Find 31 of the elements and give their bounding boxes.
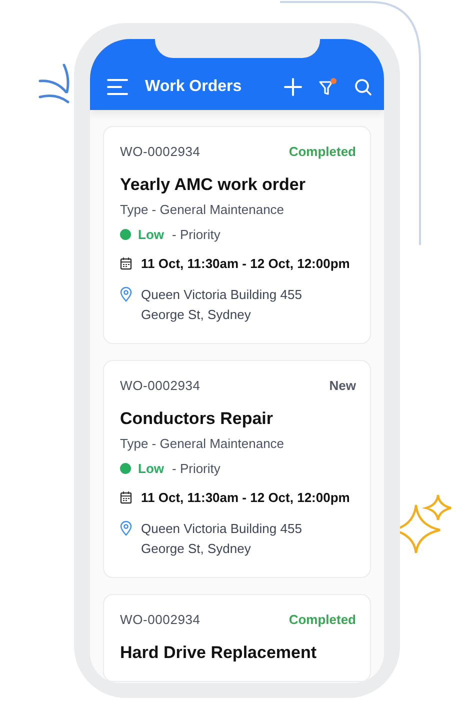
search-icon[interactable] (354, 78, 372, 96)
location-pin-icon (120, 521, 132, 536)
work-order-card[interactable]: WO-0002934 Completed Hard Drive Replacement (103, 594, 371, 682)
priority-level: Low (138, 461, 164, 476)
work-order-title: Hard Drive Replacement (120, 643, 318, 663)
calendar-icon (120, 257, 132, 270)
work-order-title: Conductors Repair (120, 409, 274, 429)
status-label: Completed (288, 612, 356, 627)
work-order-card[interactable]: WO-0002934 Completed Yearly AMC work order Type - General Maintenance Low - Priority 11 Oct, 11:30am - 12 Oct, 12:00pm Queen Victoria Building 455 George St, Sydney (103, 126, 371, 344)
work-order-type: Type - General Maintenance (120, 202, 286, 217)
work-order-number: WO-0002934 (120, 378, 200, 393)
status-label: Completed (288, 144, 356, 159)
menu-icon[interactable] (107, 78, 129, 96)
status-label: New (329, 378, 356, 393)
priority-level: Low (138, 227, 164, 242)
work-order-number: WO-0002934 (120, 144, 200, 159)
work-order-title: Yearly AMC work order (120, 175, 306, 195)
priority-label: - Priority (172, 227, 220, 242)
schedule-text: 11 Oct, 11:30am - 12 Oct, 12:00pm (141, 490, 350, 505)
priority-label: - Priority (172, 461, 220, 476)
work-order-card[interactable]: WO-0002934 New Conductors Repair Type - General Maintenance Low - Priority 11 Oct, 11:30am - 12 Oct, 12:00pm Queen Victoria Building 455 George St, Sydney (103, 360, 371, 578)
screen-title: Work Orders (145, 78, 242, 96)
add-icon[interactable] (284, 78, 302, 96)
schedule-text: 11 Oct, 11:30am - 12 Oct, 12:00pm (141, 256, 350, 271)
calendar-icon (120, 491, 132, 504)
work-order-type: Type - General Maintenance (120, 436, 286, 451)
work-order-number: WO-0002934 (120, 612, 200, 627)
filter-icon[interactable] (318, 77, 338, 97)
location-text: Queen Victoria Building 455 George St, Sydney (141, 286, 303, 324)
location-pin-icon (120, 287, 132, 302)
location-text: Queen Victoria Building 455 George St, Sydney (141, 520, 303, 558)
